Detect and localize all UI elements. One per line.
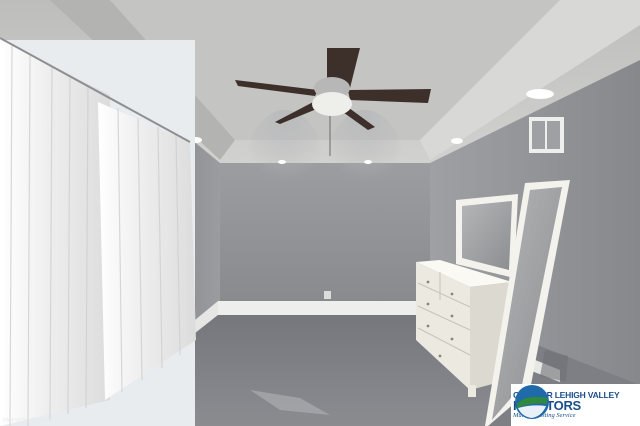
fan-light-globe: [312, 92, 352, 116]
recessed-light: [526, 89, 554, 99]
watermark-sub: mobile: [39, 417, 54, 424]
room-photo: HomeSpot mobile GREATER LEHIGH VALLEY RE…: [0, 0, 640, 426]
wall-outlet: [324, 291, 331, 299]
recessed-light: [364, 160, 372, 164]
watermark: HomeSpot mobile: [3, 417, 54, 424]
wall-light-glow: [325, 110, 405, 230]
realtor-badge: GREATER LEHIGH VALLEY REALTORS Multiple …: [511, 384, 640, 426]
realtor-logo-icon: [515, 385, 549, 419]
recessed-light: [451, 138, 463, 144]
room-illustration: [0, 0, 640, 426]
wall-light-glow: [245, 110, 325, 230]
watermark-brand: HomeSpot: [3, 417, 37, 424]
baseboard: [218, 301, 416, 315]
recessed-light: [278, 160, 286, 164]
